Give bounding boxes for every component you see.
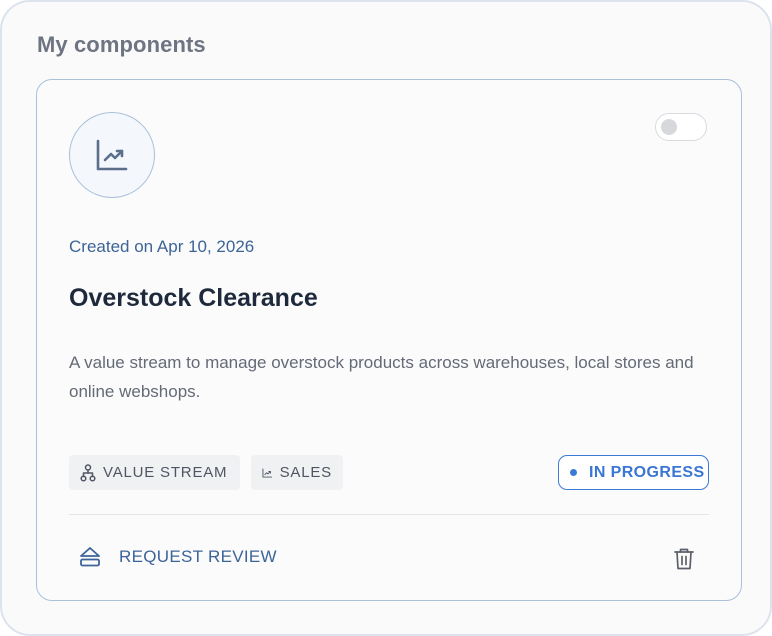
trash-icon xyxy=(674,548,694,570)
status-label: IN PROGRESS xyxy=(589,463,705,481)
tag-label: SALES xyxy=(279,464,332,481)
section-title: My components xyxy=(37,32,206,57)
trending-up-icon xyxy=(262,467,273,478)
tag-sales: SALES xyxy=(251,455,343,490)
request-review-button[interactable]: REQUEST REVIEW xyxy=(79,542,277,572)
component-icon-badge xyxy=(69,112,155,198)
component-card[interactable]: Created on Apr 10, 2026 Overstock Cleara… xyxy=(36,79,742,601)
toggle-knob xyxy=(661,119,677,135)
component-description: A value stream to manage overstock produ… xyxy=(69,353,694,401)
tag-value-stream: VALUE STREAM xyxy=(69,455,240,490)
delete-button[interactable] xyxy=(673,547,695,571)
hierarchy-icon xyxy=(80,463,96,482)
card-divider xyxy=(69,514,709,515)
tag-label: VALUE STREAM xyxy=(103,464,228,481)
trending-up-chart-icon xyxy=(96,139,128,171)
status-badge: IN PROGRESS xyxy=(558,455,709,490)
my-components-panel: My components Created on Apr 10, 2026 Ov… xyxy=(0,0,772,636)
eject-icon xyxy=(80,547,100,567)
created-date: Created on Apr 10, 2026 xyxy=(69,237,255,256)
request-review-label: REQUEST REVIEW xyxy=(119,547,277,566)
status-dot xyxy=(570,469,577,476)
component-toggle[interactable] xyxy=(655,113,707,141)
component-title: Overstock Clearance xyxy=(69,284,318,312)
